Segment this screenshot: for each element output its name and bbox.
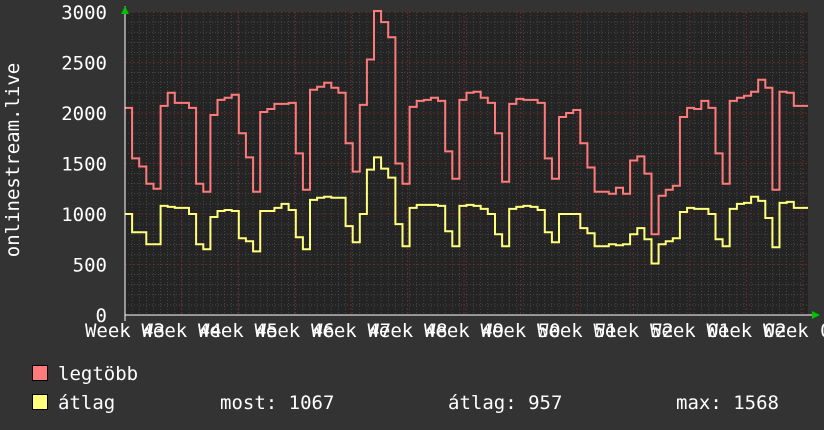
- y-tick-label: 1000: [61, 204, 107, 226]
- y-tick-label: 1500: [61, 154, 107, 176]
- legend-item-max: legtöbb: [32, 363, 138, 385]
- stat-max: max: 1568: [676, 392, 779, 414]
- y-axis-label-wrap: onlinestream.live: [0, 10, 26, 310]
- chart-area: 050010001500200025003000 Week 43Week 44W…: [61, 2, 824, 342]
- legend-label-max: legtöbb: [58, 363, 139, 385]
- legend-item-avg: átlag: [32, 392, 115, 414]
- y-axis-label: onlinestream.live: [2, 62, 24, 258]
- y-axis-arrow-icon: [121, 6, 129, 14]
- stat-now: most: 1067: [220, 392, 334, 414]
- stat-average-label: átlag:: [448, 392, 517, 414]
- stat-now-label: most:: [220, 392, 278, 414]
- legend-swatch-max: [32, 365, 48, 381]
- x-axis-arrow-icon: [812, 311, 820, 319]
- legend-label-avg: átlag: [58, 392, 116, 414]
- y-tick-label: 3000: [61, 2, 107, 24]
- y-axis-ticks: 050010001500200025003000: [61, 2, 107, 327]
- stat-max-value: 1568: [733, 392, 779, 414]
- stat-now-value: 1067: [288, 392, 335, 414]
- x-axis-ticks: Week 43Week 44Week 45Week 46Week 47Week …: [85, 320, 824, 342]
- y-tick-label: 2500: [61, 53, 107, 75]
- legend-swatch-avg: [32, 394, 48, 410]
- stat-average: átlag: 957: [448, 392, 562, 414]
- y-tick-label: 500: [73, 255, 107, 277]
- y-tick-label: 2000: [61, 103, 107, 125]
- stat-average-value: 957: [528, 392, 563, 414]
- x-tick-label: Week 03: [763, 320, 824, 342]
- stat-max-label: max:: [676, 392, 722, 414]
